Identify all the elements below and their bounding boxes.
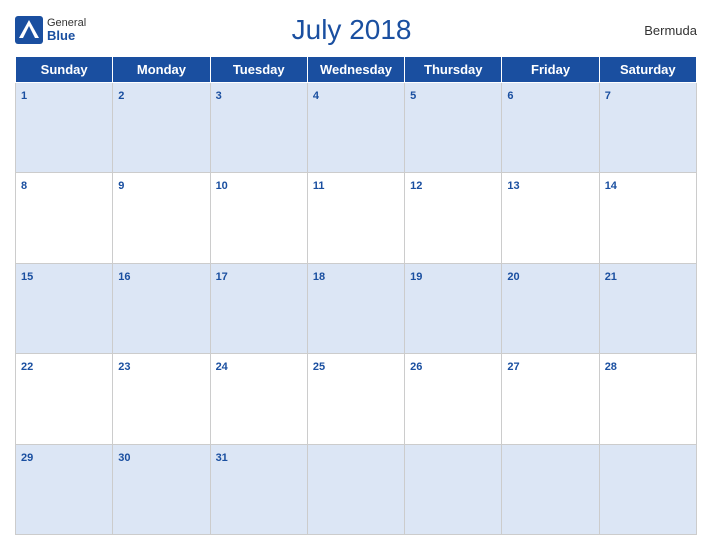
day-number: 23 [118, 361, 130, 373]
day-number: 22 [21, 361, 33, 373]
day-number: 30 [118, 452, 130, 464]
calendar-day: 23 [113, 354, 210, 444]
calendar-day: 31 [210, 444, 307, 534]
day-number: 20 [507, 271, 519, 283]
calendar-header: General Blue July 2018 Bermuda [15, 10, 697, 50]
weekday-header-thursday: Thursday [405, 57, 502, 83]
calendar-week-row: 1 2 3 4 5 6 7 [16, 83, 697, 173]
weekday-header-row: SundayMondayTuesdayWednesdayThursdayFrid… [16, 57, 697, 83]
calendar-day: 30 [113, 444, 210, 534]
logo-icon [15, 16, 43, 44]
day-number: 4 [313, 90, 319, 102]
day-number: 26 [410, 361, 422, 373]
day-number: 3 [216, 90, 222, 102]
calendar-day: 21 [599, 263, 696, 353]
calendar-week-row: 15 16 17 18 19 20 21 [16, 263, 697, 353]
calendar-day: 13 [502, 173, 599, 263]
calendar-week-row: 8 9 10 11 12 13 14 [16, 173, 697, 263]
calendar-day: 1 [16, 83, 113, 173]
day-number: 14 [605, 180, 617, 192]
logo-blue-label: Blue [47, 29, 86, 43]
day-number: 18 [313, 271, 325, 283]
calendar-title: July 2018 [86, 14, 617, 46]
day-number: 21 [605, 271, 617, 283]
calendar-day: 24 [210, 354, 307, 444]
weekday-header-tuesday: Tuesday [210, 57, 307, 83]
day-number: 13 [507, 180, 519, 192]
day-number: 5 [410, 90, 416, 102]
day-number: 28 [605, 361, 617, 373]
region-label: Bermuda [617, 23, 697, 38]
calendar-week-row: 29 30 31 [16, 444, 697, 534]
calendar-day: 15 [16, 263, 113, 353]
calendar-day: 9 [113, 173, 210, 263]
calendar-day: 4 [307, 83, 404, 173]
day-number: 1 [21, 90, 27, 102]
logo: General Blue [15, 16, 86, 44]
day-number: 25 [313, 361, 325, 373]
day-number: 9 [118, 180, 124, 192]
day-number: 7 [605, 90, 611, 102]
calendar-day: 5 [405, 83, 502, 173]
day-number: 16 [118, 271, 130, 283]
calendar-day: 25 [307, 354, 404, 444]
calendar-day [599, 444, 696, 534]
weekday-header-friday: Friday [502, 57, 599, 83]
day-number: 15 [21, 271, 33, 283]
calendar-day [307, 444, 404, 534]
calendar-day: 17 [210, 263, 307, 353]
calendar-day: 28 [599, 354, 696, 444]
calendar-day: 27 [502, 354, 599, 444]
day-number: 6 [507, 90, 513, 102]
calendar-day: 7 [599, 83, 696, 173]
calendar-day: 8 [16, 173, 113, 263]
day-number: 17 [216, 271, 228, 283]
day-number: 31 [216, 452, 228, 464]
calendar-day: 26 [405, 354, 502, 444]
calendar-day: 11 [307, 173, 404, 263]
weekday-header-wednesday: Wednesday [307, 57, 404, 83]
calendar-day [502, 444, 599, 534]
weekday-header-monday: Monday [113, 57, 210, 83]
day-number: 29 [21, 452, 33, 464]
calendar-day: 3 [210, 83, 307, 173]
day-number: 8 [21, 180, 27, 192]
logo-text: General Blue [47, 17, 86, 43]
weekday-header-sunday: Sunday [16, 57, 113, 83]
calendar-day [405, 444, 502, 534]
calendar-day: 2 [113, 83, 210, 173]
day-number: 19 [410, 271, 422, 283]
calendar-day: 20 [502, 263, 599, 353]
calendar-day: 10 [210, 173, 307, 263]
calendar-day: 6 [502, 83, 599, 173]
calendar-day: 16 [113, 263, 210, 353]
calendar-week-row: 22 23 24 25 26 27 28 [16, 354, 697, 444]
calendar-table: SundayMondayTuesdayWednesdayThursdayFrid… [15, 56, 697, 535]
calendar-day: 14 [599, 173, 696, 263]
day-number: 10 [216, 180, 228, 192]
day-number: 12 [410, 180, 422, 192]
day-number: 11 [313, 180, 325, 192]
day-number: 2 [118, 90, 124, 102]
weekday-header-saturday: Saturday [599, 57, 696, 83]
calendar-day: 12 [405, 173, 502, 263]
day-number: 24 [216, 361, 228, 373]
day-number: 27 [507, 361, 519, 373]
calendar-day: 22 [16, 354, 113, 444]
calendar-day: 19 [405, 263, 502, 353]
calendar-day: 29 [16, 444, 113, 534]
calendar-day: 18 [307, 263, 404, 353]
